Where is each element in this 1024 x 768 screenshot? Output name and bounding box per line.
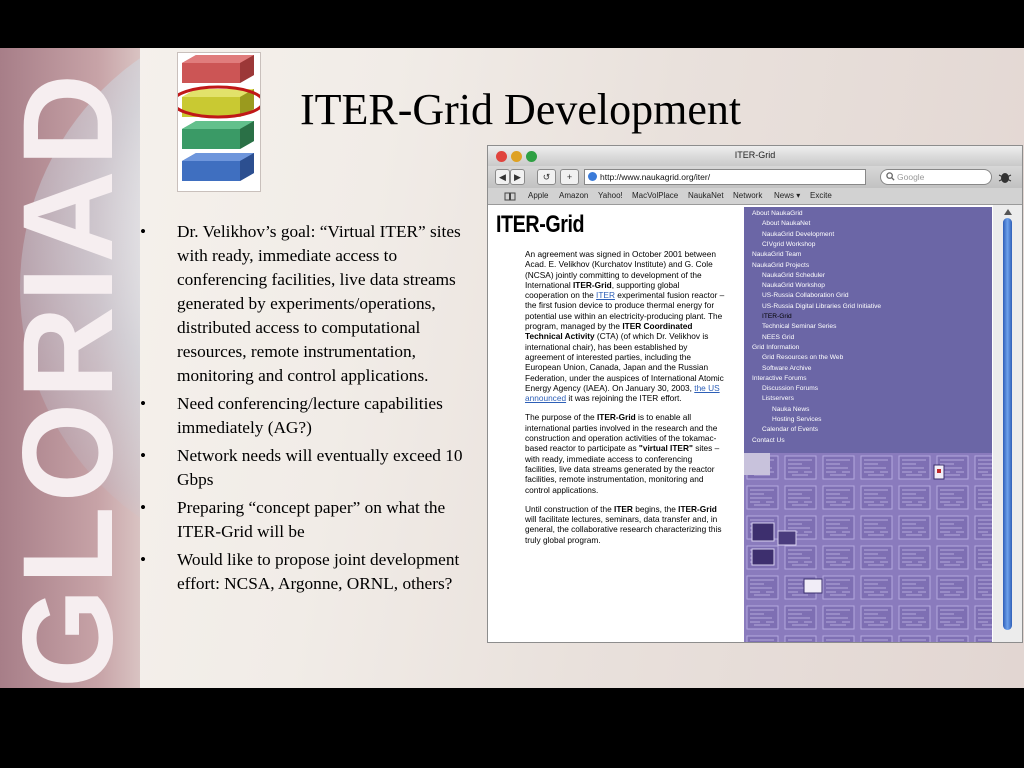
bookmark-item[interactable]: Network — [733, 188, 762, 204]
bookmark-item[interactable]: News ▾ — [774, 188, 800, 204]
nav-link[interactable]: Hosting Services — [772, 416, 821, 423]
nav-link[interactable]: Discussion Forums — [762, 385, 818, 392]
footer-bar — [0, 688, 1024, 768]
search-icon — [886, 172, 895, 181]
side-banner-wordmark: GLORIAD — [0, 69, 140, 688]
stacked-layers-logo — [171, 52, 265, 192]
web-page-title: ITER-Grid — [496, 211, 585, 238]
bullet-marker: • — [140, 550, 147, 569]
nav-link[interactable]: NaukaGrid Projects — [752, 262, 809, 269]
nav-link[interactable]: Calendar of Events — [762, 426, 818, 433]
bookmark-item[interactable]: MacVolPlace — [632, 188, 678, 204]
chip-pattern-image — [744, 453, 992, 642]
article-paragraph: The purpose of the ITER-Grid is to enabl… — [525, 412, 725, 494]
book-icon[interactable] — [504, 192, 516, 201]
slide: GLORIAD ITER-Grid Development • Dr. Velik… — [0, 48, 1024, 688]
side-banner: GLORIAD — [0, 48, 140, 688]
bullet-item: • Network needs will eventually exceed 10… — [138, 444, 480, 492]
browser-toolbar: ◀ ▶ ↺ + http://www.naukagrid.org/iter/ G… — [488, 166, 1022, 188]
add-bookmark-button[interactable]: + — [560, 169, 579, 185]
article-paragraph: Until construction of the ITER begins, t… — [525, 504, 725, 545]
article: An agreement was signed in October 2001 … — [525, 249, 725, 554]
nav-link[interactable]: US-Russia Digital Libraries Grid Initiat… — [762, 303, 881, 310]
chip-grid-graphic — [744, 453, 992, 642]
bookmark-item[interactable]: NaukaNet — [688, 188, 724, 204]
bold-run: ITER-Grid — [572, 279, 612, 290]
nav-link[interactable]: Contact Us — [752, 437, 785, 444]
bullet-item: • Would like to propose joint development… — [138, 548, 480, 596]
bullet-text: Dr. Velikhov’s goal: “Virtual ITER” site… — [177, 222, 461, 385]
bullet-marker: • — [140, 446, 147, 465]
scroll-thumb[interactable] — [1003, 218, 1012, 630]
bullet-text: Would like to propose joint development … — [177, 550, 460, 593]
bullet-text: Network needs will eventually exceed 10 … — [177, 446, 463, 489]
bookmark-item[interactable]: Excite — [810, 188, 832, 204]
nav-link[interactable]: Grid Information — [752, 344, 799, 351]
globe-icon — [588, 172, 597, 181]
back-button[interactable]: ◀ — [495, 169, 510, 185]
nav-link[interactable]: Technical Seminar Series — [762, 323, 836, 330]
bookmarks-bar: Apple Amazon Yahoo! MacVolPlace NaukaNet… — [488, 188, 1022, 205]
nav-link[interactable]: Grid Resources on the Web — [762, 354, 843, 361]
nav-link[interactable]: NaukaGrid Development — [762, 231, 834, 238]
forward-button[interactable]: ▶ — [510, 169, 525, 185]
iter-link[interactable]: ITER — [596, 290, 615, 300]
nav-link[interactable]: Listservers — [762, 395, 794, 402]
bullet-item: • Preparing “concept paper” on what the I… — [138, 496, 480, 544]
bold-run: "virtual ITER" — [638, 443, 693, 454]
vertical-scrollbar[interactable] — [993, 205, 1022, 642]
nav-link-active[interactable]: ITER-Grid — [762, 313, 792, 320]
search-placeholder: Google — [897, 172, 925, 182]
scroll-up-arrow-icon[interactable] — [1004, 209, 1012, 215]
nav-link[interactable]: About NaukaNet — [762, 220, 810, 227]
nav-link[interactable]: About NaukaGrid — [752, 210, 803, 217]
nav-link[interactable]: NEES Grid — [762, 334, 794, 341]
nav-link[interactable]: NaukaGrid Team — [752, 251, 801, 258]
reload-button[interactable]: ↺ — [537, 169, 556, 185]
bold-run: ITER-Grid — [596, 412, 636, 423]
nav-link[interactable]: NaukaGrid Scheduler — [762, 272, 825, 279]
url-field[interactable]: http://www.naukagrid.org/iter/ — [584, 169, 866, 185]
bug-report-icon[interactable] — [997, 170, 1013, 184]
bullet-list: • Dr. Velikhov’s goal: “Virtual ITER” sit… — [138, 220, 480, 600]
bullet-marker: • — [140, 498, 147, 517]
bullet-text: Preparing “concept paper” on what the IT… — [177, 498, 446, 541]
browser-screenshot: ITER-Grid ◀ ▶ ↺ + http://www.naukagrid.o… — [487, 145, 1023, 643]
layers-icon — [171, 55, 265, 181]
nav-link[interactable]: CIVgrid Workshop — [762, 241, 815, 248]
window-title: ITER-Grid — [734, 150, 776, 160]
text-run: Until construction of the — [525, 503, 615, 514]
site-nav: About NaukaGrid About NaukaNet NaukaGrid… — [744, 207, 992, 453]
nav-link[interactable]: Software Archive — [762, 365, 811, 372]
bullet-item: • Dr. Velikhov’s goal: “Virtual ITER” sit… — [138, 220, 480, 388]
bold-run: ITER — [614, 503, 633, 514]
bullet-item: • Need conferencing/lecture capabilities … — [138, 392, 480, 440]
web-page: ITER-Grid An agreement was signed in Oct… — [488, 205, 1022, 642]
nav-link[interactable]: Nauka News — [772, 406, 809, 413]
nav-link[interactable]: US-Russia Collaboration Grid — [762, 292, 849, 299]
text-run: begins, the — [632, 503, 679, 514]
bullet-marker: • — [140, 394, 147, 413]
browser-titlebar: ITER-Grid — [488, 146, 1022, 166]
nav-link[interactable]: Interactive Forums — [752, 375, 807, 382]
text-run: it was rejoining the ITER effort. — [566, 393, 682, 404]
text-run: will facilitate lectures, seminars, data… — [525, 514, 722, 545]
nav-link[interactable]: NaukaGrid Workshop — [762, 282, 825, 289]
article-paragraph: An agreement was signed in October 2001 … — [525, 249, 725, 403]
slide-title: ITER-Grid Development — [300, 85, 742, 134]
bullet-marker: • — [140, 222, 147, 241]
bookmark-item[interactable]: Yahoo! — [598, 188, 623, 204]
bold-run: ITER-Grid — [678, 503, 717, 514]
bookmark-item[interactable]: Amazon — [559, 188, 588, 204]
bookmark-item[interactable]: Apple — [528, 188, 548, 204]
url-text: http://www.naukagrid.org/iter/ — [600, 172, 711, 182]
text-run: The purpose of the — [525, 412, 597, 423]
bullet-text: Need conferencing/lecture capabilities i… — [177, 394, 443, 437]
search-field[interactable]: Google — [880, 169, 992, 185]
